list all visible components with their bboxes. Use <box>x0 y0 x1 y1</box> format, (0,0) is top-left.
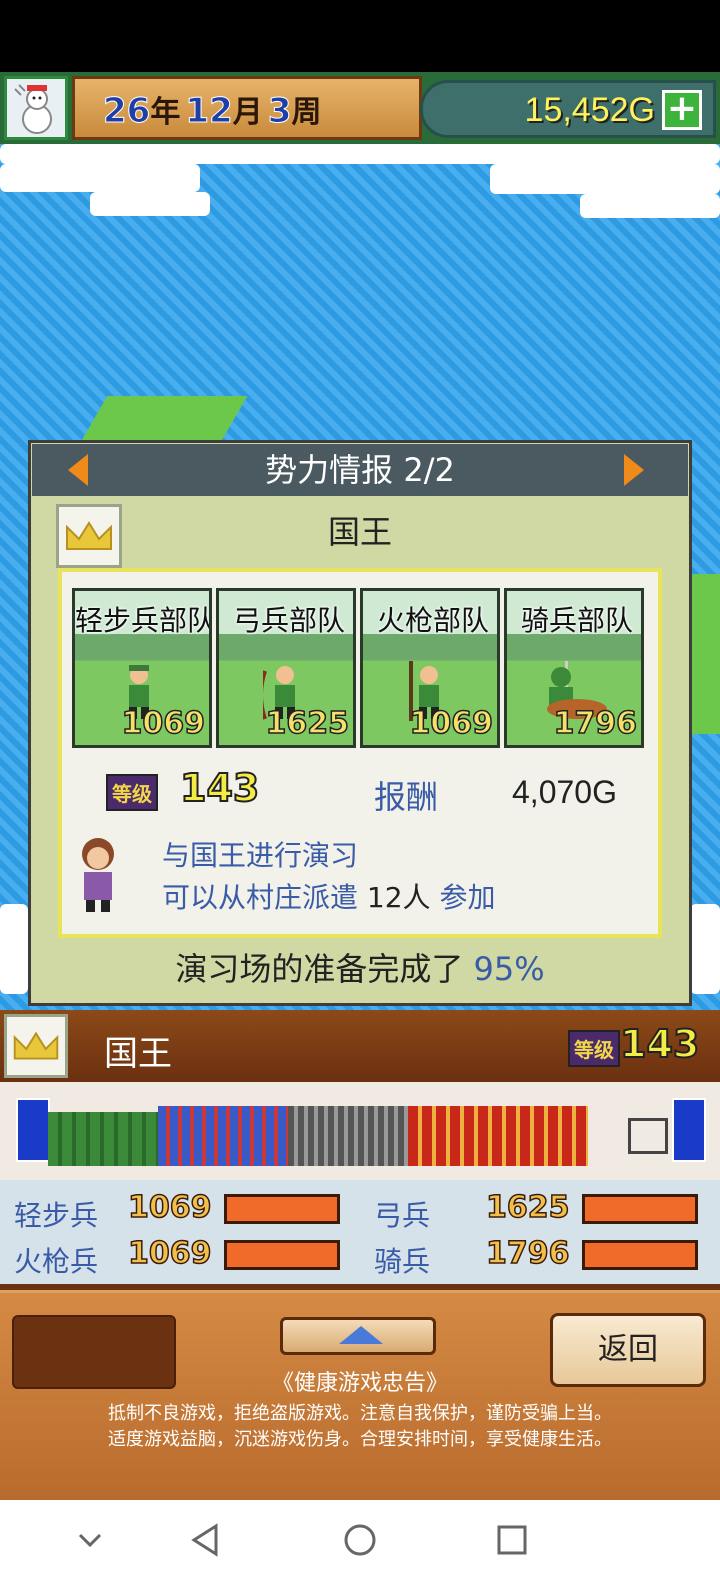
drill-count: 12人 <box>366 881 431 914</box>
cloud <box>0 144 720 164</box>
arrow-right-icon[interactable] <box>624 454 644 486</box>
status-bar <box>0 0 720 72</box>
plus-icon: + <box>666 88 698 129</box>
cloud <box>90 192 210 216</box>
control-panel: 返回 《健康游戏忠告》 抵制不良游戏，拒绝盗版游戏。注意自我保护，谨防受骗上当。… <box>0 1290 720 1505</box>
avatar[interactable] <box>4 76 68 140</box>
scroll-up-button[interactable] <box>280 1317 436 1355</box>
stat-label: 火枪兵 <box>14 1245 99 1278</box>
stat-bar <box>224 1240 340 1270</box>
battle-preview <box>0 1082 720 1180</box>
crown-icon <box>13 1031 59 1060</box>
unit-card-archers[interactable]: 弓兵部队 1625 <box>216 588 356 748</box>
lord-bar: 国王 等级 143 <box>0 1010 720 1082</box>
year-value: 26 <box>102 91 151 132</box>
stat-bar <box>582 1194 698 1224</box>
reward-value: 4,070G <box>512 774 617 810</box>
week-unit: 周 <box>291 95 322 130</box>
reward-label: 报酬 <box>374 778 439 816</box>
date-display: 26年 12月 3周 <box>72 76 422 140</box>
lord-name: 国王 <box>104 1034 172 1074</box>
cloud <box>0 904 28 994</box>
year-unit: 年 <box>150 95 181 130</box>
gold-amount: 15,452G <box>524 91 655 129</box>
advice-line-2: 适度游戏益脑，沉迷游戏伤身。合理安排时间，享受健康生活。 <box>108 1429 612 1450</box>
enemy-troops <box>408 1106 588 1166</box>
stat-value: 1069 <box>127 1235 212 1272</box>
crown-badge <box>4 1014 68 1078</box>
lord-level: 143 <box>619 1021 700 1067</box>
musket-troops <box>288 1106 408 1166</box>
infantry-troops <box>48 1112 158 1166</box>
triangle-up-icon <box>339 1326 383 1344</box>
level-badge: 等级 <box>568 1030 620 1067</box>
faction-level: 143 <box>179 765 260 811</box>
month-value: 12 <box>185 91 233 132</box>
advisor-girl-icon <box>82 838 114 912</box>
land-tile <box>690 574 720 734</box>
unit-name: 轻步兵部队 <box>74 604 212 637</box>
prep-status-text: 演习场的准备完成了 <box>175 950 464 988</box>
nav-back-icon[interactable] <box>188 1522 222 1558</box>
unit-name: 弓兵部队 <box>232 604 345 637</box>
stat-label: 轻步兵 <box>14 1199 99 1232</box>
unit-count: 1796 <box>553 705 638 742</box>
nav-recents-icon[interactable] <box>496 1524 528 1556</box>
cloud <box>0 164 200 192</box>
drill-line-1: 与国王进行演习 <box>162 839 359 872</box>
stat-value: 1069 <box>127 1189 212 1226</box>
nav-home-icon[interactable] <box>342 1522 378 1558</box>
nav-chevron-down-icon[interactable] <box>76 1526 104 1554</box>
archer-troops <box>158 1106 288 1166</box>
flag-icon <box>672 1098 706 1162</box>
drill-join-link[interactable]: 参加 <box>439 881 495 914</box>
stat-value: 1625 <box>485 1189 570 1226</box>
unit-count: 1625 <box>265 705 350 742</box>
snowman-icon <box>14 84 52 134</box>
unit-name: 火枪部队 <box>376 604 489 637</box>
advice-line-1: 抵制不良游戏，拒绝盗版游戏。注意自我保护，谨防受骗上当。 <box>108 1403 612 1424</box>
level-badge: 等级 <box>106 774 158 811</box>
cloud <box>690 904 720 994</box>
faction-name: 国王 <box>327 513 392 551</box>
month-unit: 月 <box>232 95 263 130</box>
stat-label: 弓兵 <box>374 1199 431 1232</box>
troop-stats: 轻步兵 1069 弓兵 1625 火枪兵 1069 骑兵 1796 <box>0 1180 720 1284</box>
unit-card-light-infantry[interactable]: 轻步兵部队 1069 <box>72 588 212 748</box>
unit-card-cavalry[interactable]: 骑兵部队 1796 <box>504 588 644 748</box>
stat-label: 骑兵 <box>374 1245 431 1278</box>
stat-bar <box>224 1194 340 1224</box>
stat-value: 1796 <box>485 1235 570 1272</box>
stat-bar <box>582 1240 698 1270</box>
unit-count: 1069 <box>409 705 494 742</box>
unit-count: 1069 <box>121 705 206 742</box>
crown-badge <box>56 504 122 568</box>
flag-icon <box>16 1098 50 1162</box>
advice-title: 《健康游戏忠告》 <box>271 1371 448 1396</box>
week-value: 3 <box>267 91 292 132</box>
dialog-title: 势力情报 2/2 <box>265 451 455 489</box>
unit-card-musketeers[interactable]: 火枪部队 1069 <box>360 588 500 748</box>
add-gold-button[interactable]: + <box>662 90 702 130</box>
arrow-left-icon[interactable] <box>68 454 88 486</box>
dialog-header: 势力情报 2/2 <box>32 444 688 496</box>
system-nav-bar <box>0 1500 720 1584</box>
cloud <box>490 164 720 194</box>
drill-line-2: 可以从村庄派遣 <box>162 881 359 914</box>
prep-percent: 95% <box>473 950 545 988</box>
cloud <box>580 194 720 218</box>
crossbow-icon <box>628 1118 668 1154</box>
unit-name: 骑兵部队 <box>520 604 633 637</box>
crown-icon <box>66 521 112 550</box>
